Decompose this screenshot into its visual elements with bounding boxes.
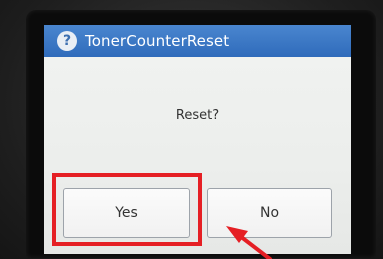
pointer-arrow-icon — [226, 226, 272, 259]
